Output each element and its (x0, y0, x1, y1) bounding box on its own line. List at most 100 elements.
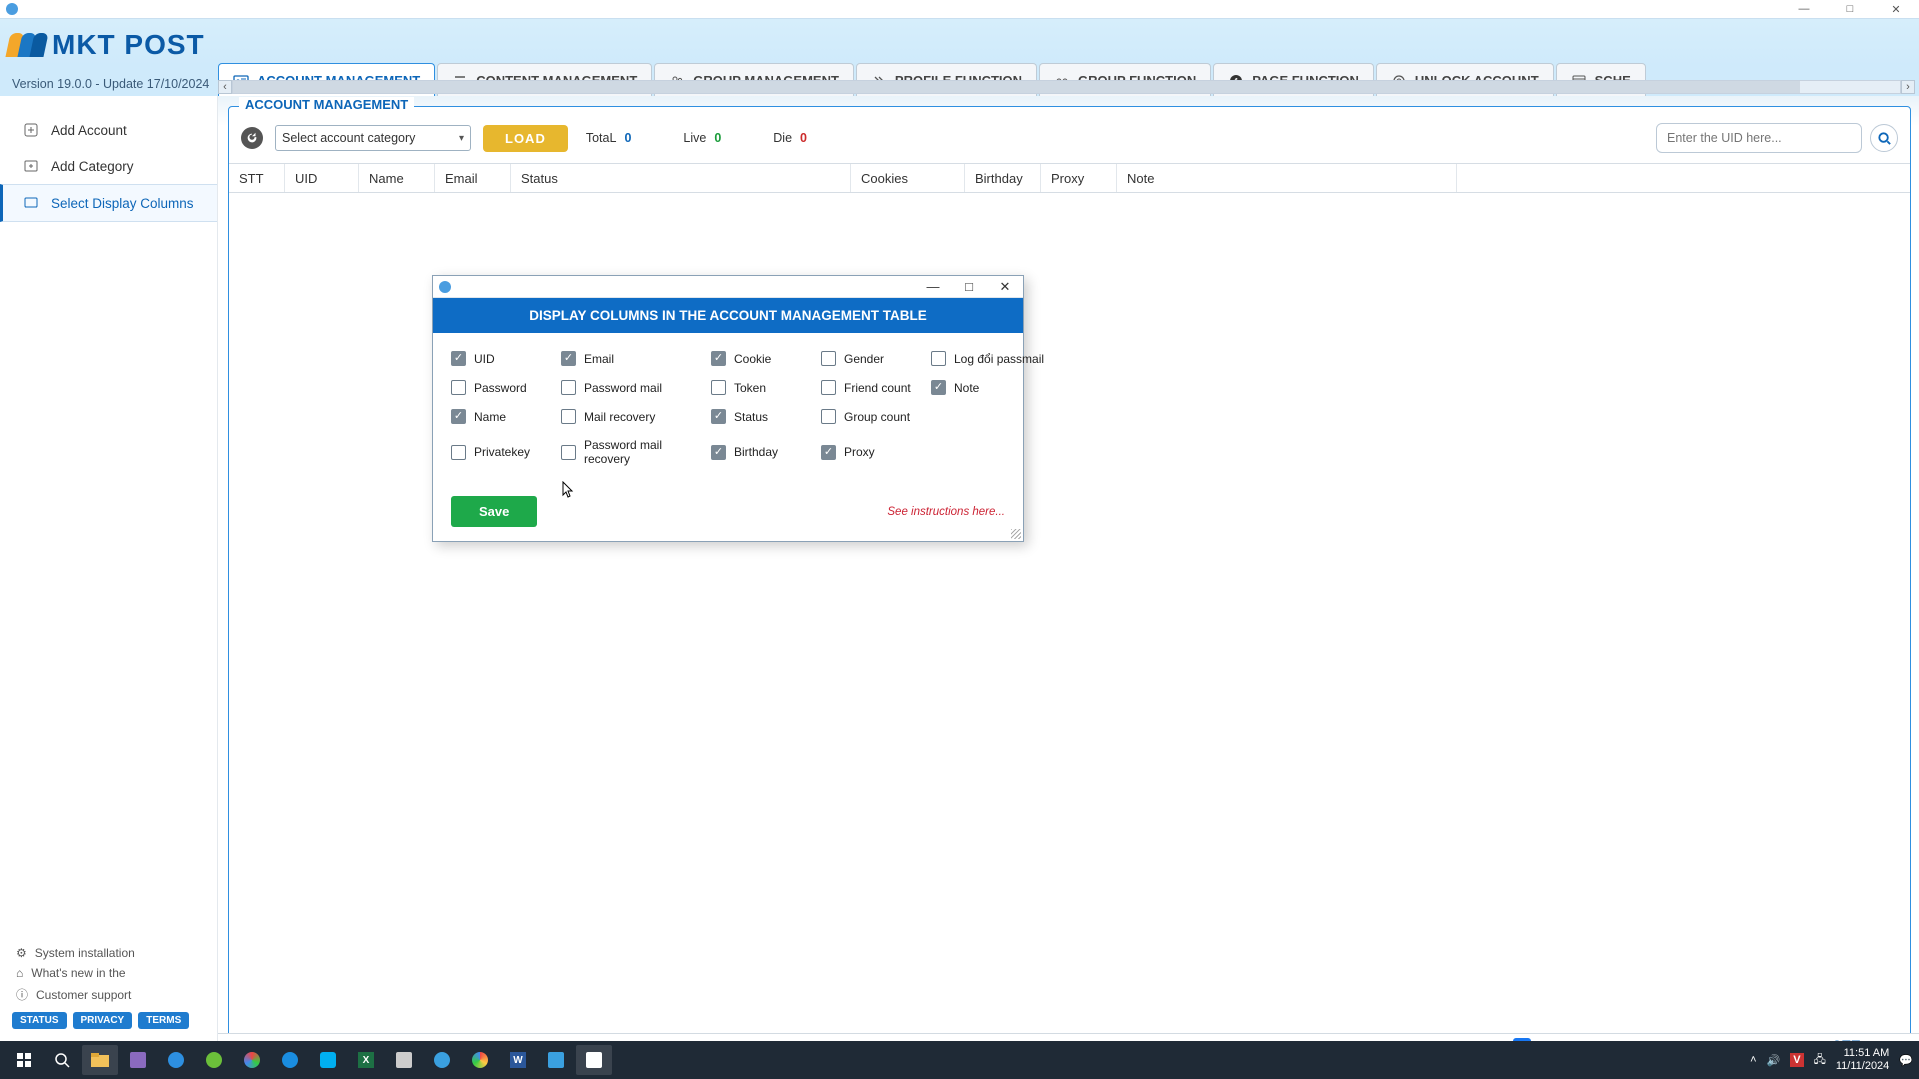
taskbar-app-6[interactable] (310, 1045, 346, 1075)
checkbox-mail-recovery[interactable]: Mail recovery (561, 409, 711, 424)
sidebar-item-add-category[interactable]: Add Category (0, 148, 217, 184)
taskbar-app-8[interactable] (424, 1045, 460, 1075)
checkbox-icon (561, 380, 576, 395)
stat-value: 0 (714, 131, 721, 145)
tabstrip-scroll-left[interactable]: ‹ (218, 80, 232, 94)
search-button[interactable] (1870, 124, 1898, 152)
checkbox-password-mail[interactable]: Password mail (561, 380, 711, 395)
tabstrip-scroll-right[interactable]: › (1901, 80, 1915, 94)
checkbox-name[interactable]: Name (451, 409, 561, 424)
dialog-minimize-button[interactable]: — (915, 276, 951, 298)
checkbox-icon (561, 445, 576, 460)
checkbox-label: Name (474, 410, 506, 424)
taskbar-app-4[interactable] (234, 1045, 270, 1075)
checkbox-icon (451, 380, 466, 395)
window-maximize-button[interactable]: □ (1827, 0, 1873, 18)
checkbox-gender[interactable]: Gender (821, 351, 931, 366)
dialog-resize-grip[interactable] (1011, 529, 1021, 539)
taskbar-app-7[interactable] (386, 1045, 422, 1075)
checkbox-label: Gender (844, 352, 884, 366)
checkbox-note[interactable]: Note (931, 380, 1051, 395)
checkbox-label: Mail recovery (584, 410, 655, 424)
column-header-note[interactable]: Note (1117, 164, 1457, 192)
checkbox-friend-count[interactable]: Friend count (821, 380, 931, 395)
column-header-email[interactable]: Email (435, 164, 511, 192)
checkbox-birthday[interactable]: Birthday (711, 438, 821, 466)
tray-app-icon[interactable]: V (1790, 1053, 1803, 1067)
column-header-status[interactable]: Status (511, 164, 851, 192)
sidebar-item-add-account[interactable]: Add Account (0, 112, 217, 148)
checkbox-status[interactable]: Status (711, 409, 821, 424)
tabstrip-scrollbar[interactable] (232, 80, 1901, 94)
tray-notifications-icon[interactable]: 💬 (1899, 1054, 1913, 1067)
windows-taskbar: X W ˄ 🔊 V 🖧 11:51 AM 11/11/2024 💬 (0, 1041, 1919, 1079)
chevron-down-icon: ▾ (459, 133, 464, 144)
checkbox-icon (931, 380, 946, 395)
dialog-titlebar[interactable]: — □ ✕ (433, 276, 1023, 298)
pill-terms[interactable]: TERMS (138, 1012, 189, 1029)
column-header-name[interactable]: Name (359, 164, 435, 192)
taskbar-excel-button[interactable]: X (348, 1045, 384, 1075)
window-minimize-button[interactable]: — (1781, 0, 1827, 18)
uid-search-input[interactable] (1656, 123, 1862, 153)
taskbar-app-1[interactable] (120, 1045, 156, 1075)
sidebar-link-system-installation[interactable]: ⚙ System installation (12, 943, 205, 963)
checkbox-label: Proxy (844, 445, 875, 459)
taskbar-start-button[interactable] (6, 1045, 42, 1075)
account-category-combo[interactable]: Select account category ▾ (275, 125, 471, 151)
sidebar-link-label: What's new in the (31, 966, 125, 980)
column-header-cookies[interactable]: Cookies (851, 164, 965, 192)
tray-volume-icon[interactable]: 🔊 (1767, 1054, 1781, 1067)
checkbox-label: Password (474, 381, 527, 395)
checkbox-uid[interactable]: UID (451, 351, 561, 366)
refresh-button[interactable] (241, 127, 263, 149)
column-header-birthday[interactable]: Birthday (965, 164, 1041, 192)
checkbox-email[interactable]: Email (561, 351, 711, 366)
dialog-app-icon (439, 281, 451, 293)
taskbar-app-11[interactable] (576, 1045, 612, 1075)
gear-icon: ⚙ (16, 946, 27, 960)
column-header-uid[interactable]: UID (285, 164, 359, 192)
tray-chevron-icon[interactable]: ˄ (1750, 1054, 1756, 1066)
checkbox-privatekey[interactable]: Privatekey (451, 438, 561, 466)
clock-time: 11:51 AM (1836, 1047, 1889, 1060)
load-button[interactable]: LOAD (483, 125, 568, 152)
checkbox-cookie[interactable]: Cookie (711, 351, 821, 366)
checkbox-password[interactable]: Password (451, 380, 561, 395)
dialog-maximize-button[interactable]: □ (951, 276, 987, 298)
window-close-button[interactable]: ✕ (1873, 0, 1919, 18)
column-header-proxy[interactable]: Proxy (1041, 164, 1117, 192)
checkbox-group-count[interactable]: Group count (821, 409, 931, 424)
checkbox-log-đổi-passmail[interactable]: Log đổi passmail (931, 351, 1051, 366)
checkbox-icon (561, 351, 576, 366)
checkbox-password-mail-recovery[interactable]: Password mail recovery (561, 438, 711, 466)
taskbar-search-button[interactable] (44, 1045, 80, 1075)
checkbox-proxy[interactable]: Proxy (821, 438, 931, 466)
taskbar-clock[interactable]: 11:51 AM 11/11/2024 (1836, 1047, 1889, 1072)
checkbox-token[interactable]: Token (711, 380, 821, 395)
checkbox-label: Cookie (734, 352, 771, 366)
sidebar-link-whats-new[interactable]: ⌂ What's new in the (12, 963, 205, 983)
save-button[interactable]: Save (451, 496, 537, 527)
sidebar-item-select-display-columns[interactable]: Select Display Columns (0, 184, 217, 222)
taskbar-explorer-button[interactable] (82, 1045, 118, 1075)
pill-status[interactable]: STATUS (12, 1012, 67, 1029)
stat-die: Die 0 (773, 131, 807, 145)
taskbar-word-button[interactable]: W (500, 1045, 536, 1075)
taskbar-app-2[interactable] (158, 1045, 194, 1075)
checkbox-icon (931, 351, 946, 366)
taskbar-app-10[interactable] (538, 1045, 574, 1075)
content-area: ACCOUNT MANAGEMENT Select account catego… (218, 96, 1919, 1041)
checkbox-label: Token (734, 381, 766, 395)
checkbox-icon (451, 445, 466, 460)
pill-privacy[interactable]: PRIVACY (73, 1012, 133, 1029)
dialog-close-button[interactable]: ✕ (987, 276, 1023, 298)
column-header-stt[interactable]: STT (229, 164, 285, 192)
tray-network-icon[interactable]: 🖧 (1814, 1051, 1826, 1070)
taskbar-app-5[interactable] (272, 1045, 308, 1075)
sidebar-link-customer-support[interactable]: ⓘ Customer support (12, 983, 205, 1006)
instructions-link[interactable]: See instructions here... (887, 506, 1005, 518)
add-account-icon (23, 122, 39, 138)
taskbar-app-3[interactable] (196, 1045, 232, 1075)
taskbar-app-9[interactable] (462, 1045, 498, 1075)
